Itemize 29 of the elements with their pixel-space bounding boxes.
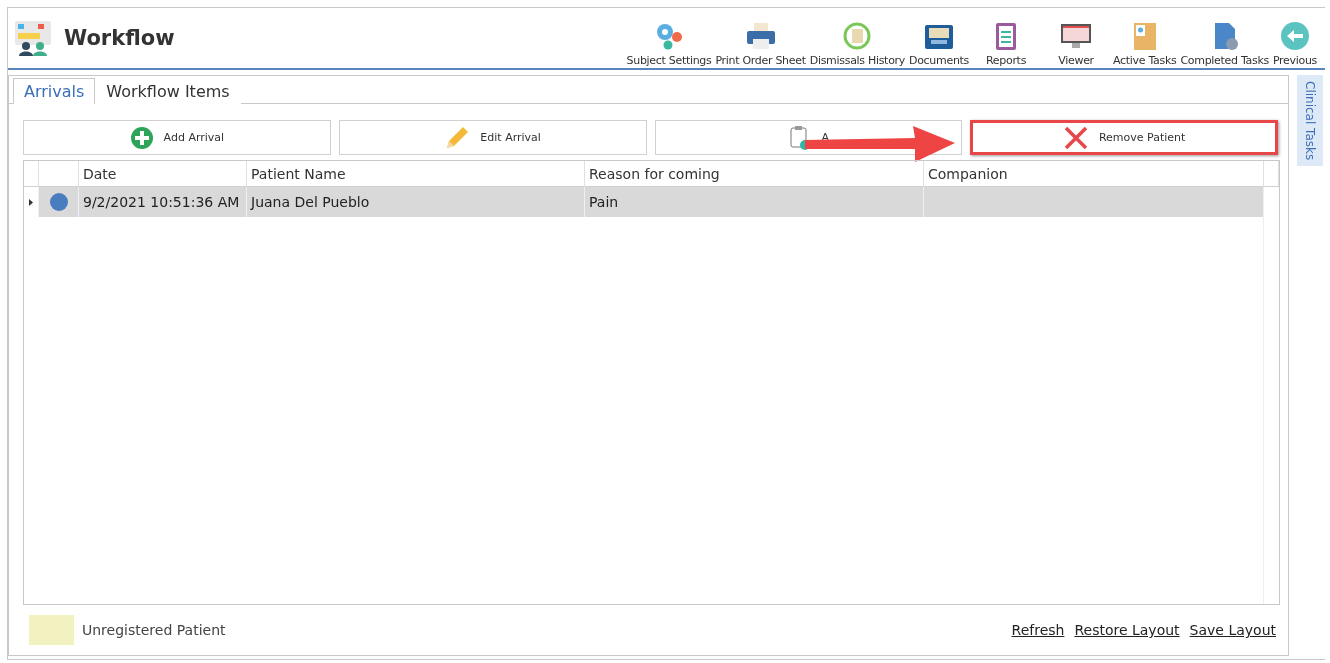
toolbar-button[interactable]: Dismissals History	[807, 9, 907, 67]
toolbar-button[interactable]: Viewer	[1041, 9, 1112, 67]
action-button[interactable]: Add Arrival	[23, 120, 331, 155]
toolbar-button[interactable]: Completed Tasks	[1178, 9, 1271, 67]
link[interactable]: Restore Layout	[1074, 622, 1180, 638]
toolbar-button[interactable]: Subject Settings	[624, 9, 714, 67]
tab[interactable]: Arrivals	[13, 78, 96, 104]
workflow-icon	[14, 19, 52, 57]
toolbar-button[interactable]: Reports	[971, 9, 1042, 67]
plus-icon	[129, 125, 154, 150]
link[interactable]: Save Layout	[1189, 622, 1276, 638]
pencil-icon	[444, 124, 471, 151]
side-tab[interactable]: Clinical Tasks	[1297, 75, 1323, 167]
toolbar-button[interactable]: Documents	[907, 9, 972, 67]
legend-label: Unregistered Patient	[82, 622, 227, 638]
action-button[interactable]: Edit Arrival	[338, 120, 647, 155]
row-pointer-icon	[29, 198, 33, 206]
action-button[interactable]: Remove Patient	[970, 120, 1278, 155]
toolbar-button[interactable]: Previous	[1270, 9, 1319, 67]
monitor-icon	[1059, 21, 1094, 51]
link[interactable]: Refresh	[1011, 622, 1065, 638]
window-title: Workflow	[64, 26, 176, 50]
table-cell: 9/2/2021 10:51:36 AM	[79, 187, 247, 217]
header-cell	[1264, 161, 1279, 187]
table-cell: Juana Del Pueblo	[247, 187, 585, 217]
close-icon	[1062, 124, 1089, 151]
toolbar-button[interactable]: Active Tasks	[1111, 9, 1179, 67]
toolbar-button[interactable]: Print Order Sheet	[713, 9, 808, 67]
table-cell: Pain	[585, 187, 924, 217]
